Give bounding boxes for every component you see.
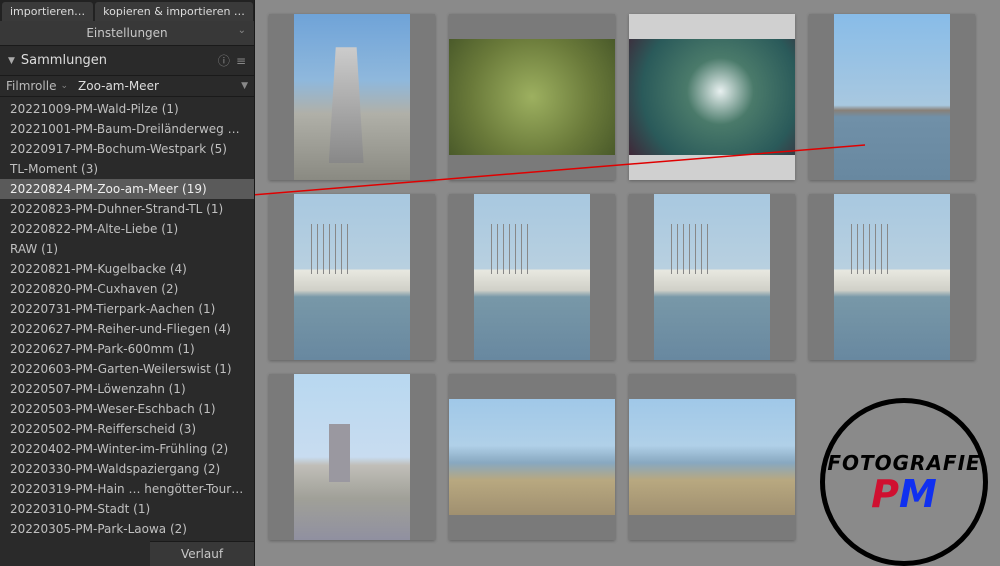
collection-item[interactable]: 20221009-PM-Wald-Pilze (1) xyxy=(0,99,254,119)
collection-item[interactable]: 20220627-PM-Park-600mm (1) xyxy=(0,339,254,359)
thumbnail-image xyxy=(294,194,410,360)
thumbnail-image xyxy=(629,399,795,515)
filter-row[interactable]: Filmrolle ⌄ Zoo-am-Meer ▼ xyxy=(0,76,254,97)
thumbnail-image xyxy=(654,194,770,360)
collections-title: Sammlungen xyxy=(21,53,212,68)
collection-item[interactable]: 20220503-PM-Weser-Eschbach (1) xyxy=(0,399,254,419)
collection-item[interactable]: 20220823-PM-Duhner-Strand-TL (1) xyxy=(0,199,254,219)
thumbnail-image xyxy=(449,399,615,515)
collection-item[interactable]: 20220627-PM-Reiher-und-Fliegen (4) xyxy=(0,319,254,339)
chevron-down-icon: ⌄ xyxy=(238,25,246,36)
logo-watermark: FOTOGRAFIE PM xyxy=(820,398,988,566)
collection-item[interactable]: 20220824-PM-Zoo-am-Meer (19) xyxy=(0,179,254,199)
collection-item[interactable]: 20220305-PM-Park-Laowa (2) xyxy=(0,519,254,539)
thumbnail-image xyxy=(449,39,615,155)
collection-item[interactable]: 20220502-PM-Reifferscheid (3) xyxy=(0,419,254,439)
list-icon[interactable]: ≡ xyxy=(236,54,246,68)
settings-label: Einstellungen xyxy=(86,26,167,40)
collection-item[interactable]: RAW (1) xyxy=(0,239,254,259)
collection-item[interactable]: 20220820-PM-Cuxhaven (2) xyxy=(0,279,254,299)
thumbnail[interactable] xyxy=(449,374,615,540)
collection-item[interactable]: 20220330-PM-Waldspaziergang (2) xyxy=(0,459,254,479)
collection-list: 20221009-PM-Wald-Pilze (1)20221001-PM-Ba… xyxy=(0,97,254,541)
history-button[interactable]: Verlauf xyxy=(150,541,254,566)
thumbnail[interactable] xyxy=(809,14,975,180)
sidebar: importieren… kopieren & importieren … Ei… xyxy=(0,0,255,566)
collapse-icon: ▼ xyxy=(8,56,15,66)
collection-item[interactable]: 20221001-PM-Baum-Dreiländerweg (1) xyxy=(0,119,254,139)
thumbnail[interactable] xyxy=(809,194,975,360)
filter-value: Zoo-am-Meer xyxy=(78,79,241,93)
collection-item[interactable]: 20220731-PM-Tierpark-Aachen (1) xyxy=(0,299,254,319)
thumbnail[interactable] xyxy=(269,14,435,180)
collection-item[interactable]: 20220507-PM-Löwenzahn (1) xyxy=(0,379,254,399)
thumbnail[interactable] xyxy=(629,374,795,540)
collection-item[interactable]: 20220822-PM-Alte-Liebe (1) xyxy=(0,219,254,239)
info-icon[interactable]: ⓘ xyxy=(218,52,230,69)
tab-import[interactable]: importieren… xyxy=(2,2,93,21)
chevron-down-icon: ⌄ xyxy=(60,81,68,91)
thumbnail[interactable] xyxy=(269,374,435,540)
thumbnail-grid: FOTOGRAFIE PM xyxy=(255,0,1000,566)
thumbnail[interactable] xyxy=(629,194,795,360)
collection-item[interactable]: 20220319-PM-Hain … hengötter-Tour (2) xyxy=(0,479,254,499)
thumbnail[interactable] xyxy=(449,194,615,360)
thumbnail-image xyxy=(294,14,410,180)
dropdown-icon[interactable]: ▼ xyxy=(241,81,248,91)
collection-item[interactable]: 20220310-PM-Stadt (1) xyxy=(0,499,254,519)
thumbnail[interactable] xyxy=(449,14,615,180)
settings-button[interactable]: Einstellungen ⌄ xyxy=(0,21,254,46)
thumbnail[interactable] xyxy=(629,14,795,180)
thumbnail-image xyxy=(474,194,590,360)
filter-label: Filmrolle xyxy=(6,79,56,93)
logo-text-2: PM xyxy=(871,475,937,513)
collection-item[interactable]: 20220402-PM-Winter-im-Frühling (2) xyxy=(0,439,254,459)
tab-copy-import[interactable]: kopieren & importieren … xyxy=(95,2,253,21)
sidebar-tabs: importieren… kopieren & importieren … xyxy=(0,0,254,21)
thumbnail[interactable] xyxy=(269,194,435,360)
collection-item[interactable]: 20220917-PM-Bochum-Westpark (5) xyxy=(0,139,254,159)
collection-item[interactable]: 20220821-PM-Kugelbacke (4) xyxy=(0,259,254,279)
collection-item[interactable]: 20220603-PM-Garten-Weilerswist (1) xyxy=(0,359,254,379)
thumbnail-image xyxy=(294,374,410,540)
thumbnail-image xyxy=(834,14,950,180)
thumbnail-image xyxy=(629,39,795,155)
thumbnail-image xyxy=(834,194,950,360)
collection-item[interactable]: TL-Moment (3) xyxy=(0,159,254,179)
collections-header[interactable]: ▼ Sammlungen ⓘ ≡ xyxy=(0,46,254,76)
